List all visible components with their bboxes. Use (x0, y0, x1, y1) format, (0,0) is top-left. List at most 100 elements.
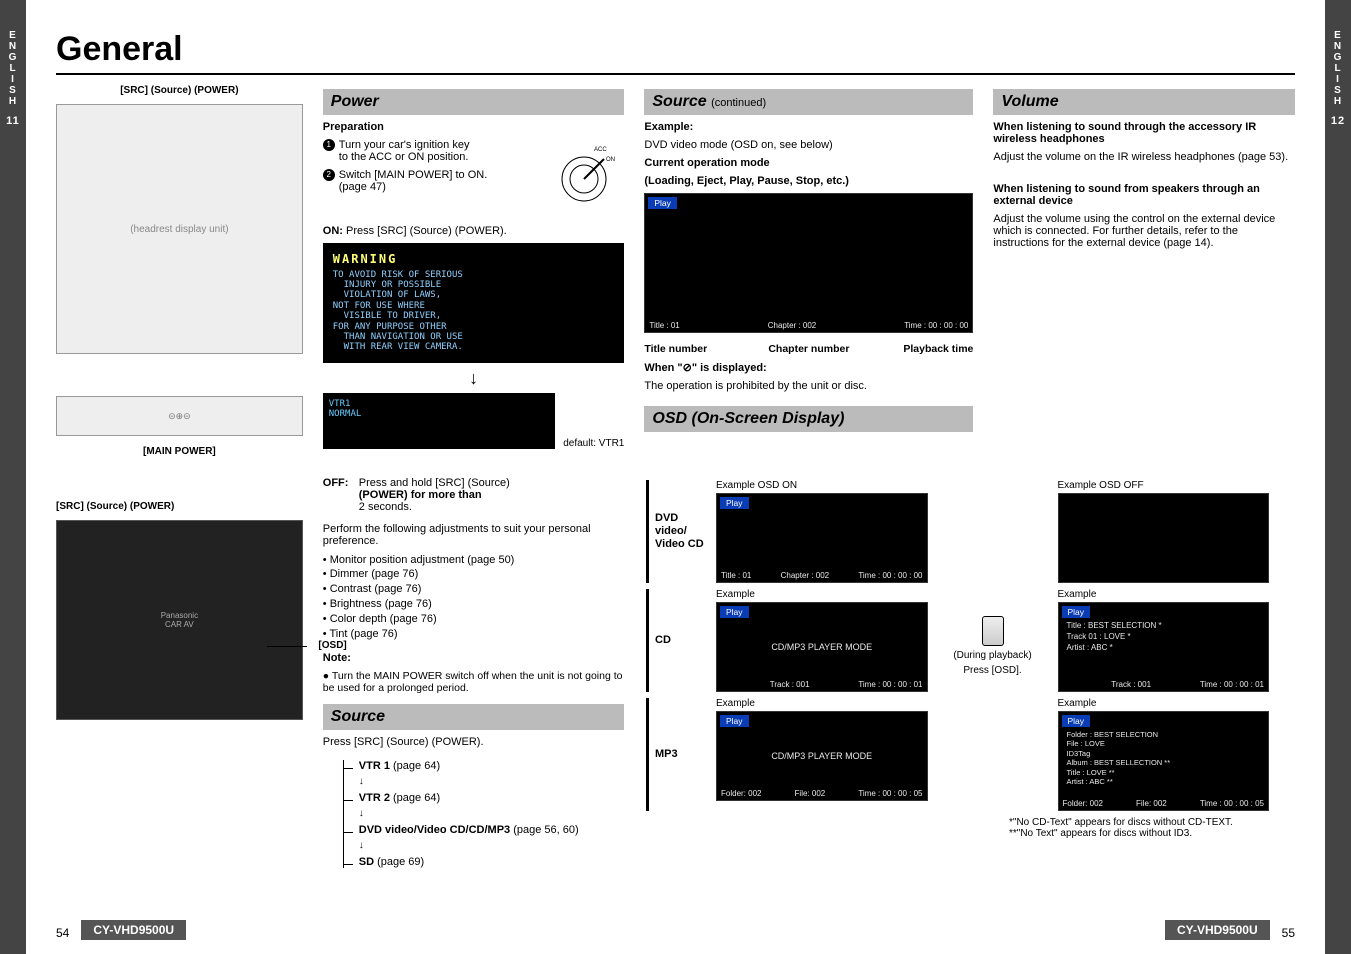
screen-chapter: Chapter : 002 (768, 321, 816, 330)
svg-text:ACC: ACC (594, 147, 607, 153)
arrow-down-icon: ↓ (359, 842, 625, 850)
osd-mp3-off-cell: Example Play Folder : BEST SELECTION Fil… (1058, 698, 1270, 811)
right-tab-number: 12 (1331, 115, 1345, 127)
volume-p1: Adjust the volume on the IR wireless hea… (993, 151, 1295, 163)
footnote-1: *"No CD-Text" appears for discs without … (1009, 817, 1269, 828)
circled-1-icon: 1 (323, 139, 335, 151)
circled-2-icon: 2 (323, 169, 335, 181)
screen-title: Title : 01 (649, 321, 679, 330)
prep-step-1: 1Turn your car's ignition key (323, 139, 537, 151)
headrest-display-image: (headrest display unit) (56, 104, 303, 354)
remote-control-wrap: Panasonic CAR AV [OSD] (56, 520, 303, 720)
bullet-color-depth: Color depth (page 76) (323, 612, 625, 627)
osd-label-cd: CD (646, 589, 706, 692)
source-cont-header: Source (continued) (644, 89, 973, 115)
model-label-left: CY-VHD9500U (81, 920, 186, 940)
column-devices: [SRC] (Source) (POWER) (headrest display… (56, 85, 303, 874)
osd-mp3-off-screen: Play Folder : BEST SELECTION File : LOVE… (1058, 711, 1270, 811)
warning-body: TO AVOID RISK OF SERIOUS INJURY OR POSSI… (333, 270, 463, 352)
source-press-line: Press [SRC] (Source) (POWER). (323, 736, 625, 748)
remote-control-image: Panasonic CAR AV (56, 520, 303, 720)
left-language-tab: E N G L I S H 11 (0, 0, 26, 954)
bullet-monitor-pos: Monitor position adjustment (page 50) (323, 553, 625, 568)
src-power-label-2: [SRC] (Source) (POWER) (56, 501, 303, 512)
prep-step-2b: (page 47) (339, 181, 537, 193)
right-language-tab: E N G L I S H 12 (1325, 0, 1351, 954)
volume-section-header: Volume (993, 89, 1295, 115)
right-lang-text: E N G L I S H (1334, 30, 1343, 107)
example-heading: Example: (644, 121, 973, 133)
device-placeholder-text: (headrest display unit) (130, 224, 228, 235)
left-tab-number: 11 (6, 115, 20, 127)
column-power-source: Power Preparation 1Turn your car's ignit… (323, 85, 625, 874)
osd-cd-on-cell: Example Play CD/MP3 PLAYER MODE Track : … (716, 589, 928, 692)
bullet-dimmer: Dimmer (page 76) (323, 567, 625, 582)
arrow-down-icon: ↓ (359, 810, 625, 818)
osd-dvd-on-screen: Play Title : 01Chapter : 002Time : 00 : … (716, 493, 928, 583)
osd-dvd-off-cell: Example OSD OFF (1058, 480, 1270, 583)
screen-sub-labels: Title number Chapter number Playback tim… (644, 343, 973, 355)
volume-h1: When listening to sound through the acce… (993, 121, 1295, 145)
adjustment-list: Monitor position adjustment (page 50) Di… (323, 553, 625, 642)
footnote-2: **"No Text" appears for discs without ID… (1009, 828, 1269, 839)
adjust-intro: Perform the following adjustments to sui… (323, 523, 625, 547)
current-op-heading: Current operation mode (644, 157, 973, 169)
warning-title: WARNING (333, 253, 615, 267)
model-label-right: CY-VHD9500U (1165, 920, 1270, 940)
page-footer: 54 CY-VHD9500U CY-VHD9500U 55 (26, 920, 1325, 940)
volume-h2: When listening to sound from speakers th… (993, 183, 1295, 207)
screen-play-badge: Play (648, 197, 677, 209)
bullet-contrast: Contrast (page 76) (323, 582, 625, 597)
example-line: DVD video mode (OSD on, see below) (644, 139, 973, 151)
current-op-sub: (Loading, Eject, Play, Pause, Stop, etc.… (644, 175, 973, 187)
main-power-label: [MAIN POWER] (56, 446, 303, 457)
osd-mp3-on-screen: Play CD/MP3 PLAYER MODE Folder: 002File:… (716, 711, 928, 801)
osd-footnotes: *"No CD-Text" appears for discs without … (1009, 817, 1269, 839)
screen-time: Time : 00 : 00 : 00 (904, 321, 968, 330)
arrow-down-icon: ↓ (323, 369, 625, 387)
when-prohibited-body: The operation is prohibited by the unit … (644, 380, 973, 392)
page-content: General [SRC] (Source) (POWER) (headrest… (26, 0, 1325, 954)
source-flow: VTR 1 (page 64) ↓ VTR 2 (page 64) ↓ DVD … (343, 754, 625, 874)
osd-middle-instruction: (During playback) Press [OSD]. (938, 480, 1048, 811)
left-lang-text: E N G L I S H (9, 30, 18, 107)
prep-step-2: 2Switch [MAIN POWER] to ON. (323, 169, 537, 181)
default-vtr-label: default: VTR1 (563, 438, 624, 449)
osd-callout-label: [OSD] (318, 640, 346, 651)
vtr-screen-image: VTR1 NORMAL (323, 393, 555, 449)
power-section-header: Power (323, 89, 625, 115)
remote-placeholder-text: Panasonic CAR AV (161, 611, 198, 629)
off-instruction: OFF:Press and hold [SRC] (Source) (POWER… (323, 477, 625, 513)
dvd-osd-screen: Play Title : 01 Chapter : 002 Time : 00 … (644, 193, 973, 333)
note-heading: Note: (323, 652, 625, 664)
preparation-heading: Preparation (323, 121, 625, 133)
page-number-left: 54 (56, 926, 69, 940)
osd-label-dvd: DVD video/ Video CD (646, 480, 706, 583)
during-playback-label: (During playback) (953, 650, 1031, 661)
when-prohibited-heading: When "⊘" is displayed: (644, 361, 973, 374)
osd-dvd-on-cell: Example OSD ON Play Title : 01Chapter : … (716, 480, 928, 583)
arrow-down-icon: ↓ (359, 778, 625, 786)
osd-off-example-label: Example OSD OFF (1058, 480, 1270, 491)
main-power-switch-image: ⊝⊕⊝ (56, 396, 303, 436)
osd-section-header: OSD (On-Screen Display) (644, 406, 973, 432)
source-vtr1: VTR 1 (page 64) (343, 760, 625, 772)
osd-cd-off-screen: Play Title : BEST SELECTION * Track 01 :… (1058, 602, 1270, 692)
osd-cd-on-screen: Play CD/MP3 PLAYER MODE Track : 001Time … (716, 602, 928, 692)
warning-screen-image: WARNING TO AVOID RISK OF SERIOUS INJURY … (323, 243, 625, 363)
ignition-key-icon: ACC ON (544, 139, 624, 209)
bullet-brightness: Brightness (page 76) (323, 597, 625, 612)
source-section-header: Source (323, 704, 625, 730)
bullet-tint: Tint (page 76) (323, 627, 625, 642)
page-title: General (56, 30, 1295, 75)
osd-mp3-on-cell: Example Play CD/MP3 PLAYER MODE Folder: … (716, 698, 928, 811)
osd-callout-line (267, 646, 307, 647)
osd-label-mp3: MP3 (646, 698, 706, 811)
source-sd: SD (page 69) (343, 856, 625, 868)
press-osd-label: Press [OSD]. (963, 665, 1021, 676)
svg-text:ON: ON (606, 157, 615, 163)
volume-p2: Adjust the volume using the control on t… (993, 213, 1295, 249)
note-body: ● Turn the MAIN POWER switch off when th… (323, 670, 625, 694)
osd-examples-grid: DVD video/ Video CD Example OSD ON Play … (646, 480, 1269, 839)
on-instruction: ON: Press [SRC] (Source) (POWER). (323, 225, 625, 237)
